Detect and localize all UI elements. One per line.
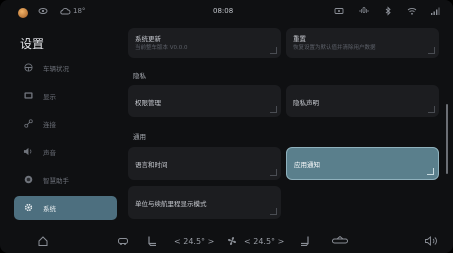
eye-icon[interactable] — [38, 6, 48, 20]
card-title: 权限管理 — [135, 99, 161, 107]
scrollbar[interactable] — [446, 104, 448, 174]
link-icon — [22, 118, 34, 130]
corner-mark-icon — [270, 47, 277, 54]
card-subtitle: 恢复设置为默认值并清除用户数据 — [293, 45, 376, 51]
sidebar-item-label: 连接 — [43, 121, 56, 129]
card-subtitle: 当前整车版本 V0.0.0 — [135, 45, 188, 51]
permission-management-card[interactable]: 权限管理 — [128, 85, 281, 117]
unit-range-mode-card[interactable]: 单位与续航里程显示模式 — [128, 186, 281, 219]
clock: 08:08 — [213, 7, 234, 15]
home-icon[interactable] — [37, 235, 49, 251]
corner-mark-icon — [428, 106, 435, 113]
corner-mark-icon — [428, 47, 435, 54]
outside-temperature: 18° — [73, 7, 86, 15]
car-icon[interactable] — [117, 235, 129, 251]
card-title: 应用通知 — [294, 161, 320, 169]
privacy-statement-card[interactable]: 隐私声明 — [286, 85, 439, 117]
defrost-icon[interactable] — [331, 235, 349, 251]
mic-icon[interactable] — [358, 6, 370, 20]
sidebar-item-display[interactable]: 显示 — [14, 84, 117, 108]
reset-card[interactable]: 重置 恢复设置为默认值并清除用户数据 — [286, 28, 439, 58]
corner-mark-icon — [270, 169, 277, 176]
corner-mark-icon — [270, 208, 277, 215]
corner-mark-icon — [427, 168, 434, 175]
status-bar: 18° 08:08 — [0, 0, 453, 24]
speaker-icon — [22, 147, 34, 158]
signal-icon — [430, 6, 440, 20]
temperature-left[interactable]: < 24.5° > — [174, 237, 214, 246]
card-title: 系统更新 — [135, 35, 161, 43]
seat-left-icon[interactable] — [146, 235, 158, 251]
sidebar-item-assistant[interactable]: 智慧助手 — [14, 168, 117, 192]
wifi-icon[interactable] — [407, 6, 417, 20]
section-privacy: 隐私 — [133, 72, 146, 80]
app-notification-card[interactable]: 应用通知 — [286, 147, 439, 180]
gear-icon — [22, 203, 34, 214]
sidebar-item-vehicle-status[interactable]: 车辆状况 — [14, 56, 117, 80]
card-title: 重置 — [293, 35, 306, 43]
display-icon — [22, 91, 34, 102]
assistant-icon — [22, 175, 34, 186]
temperature-right[interactable]: < 24.5° > — [244, 237, 284, 246]
sidebar-item-system[interactable]: 系统 — [14, 196, 117, 220]
system-update-card[interactable]: 系统更新 当前整车版本 V0.0.0 — [128, 28, 281, 58]
sidebar-item-sound[interactable]: 声音 — [14, 140, 117, 164]
seat-right-icon[interactable] — [299, 235, 311, 251]
settings-screen: 18° 08:08 设置 车辆状况 显示 连接 声音 智慧助手 系统 系统更新 … — [0, 0, 453, 253]
fan-icon[interactable] — [226, 235, 238, 251]
bottom-bar: < 24.5° > < 24.5° > — [0, 229, 453, 253]
sidebar-item-label: 显示 — [43, 93, 56, 101]
bluetooth-icon[interactable] — [384, 6, 392, 20]
sidebar-item-connect[interactable]: 连接 — [14, 112, 117, 136]
page-title: 设置 — [20, 37, 45, 51]
card-title: 语言和时间 — [135, 161, 168, 169]
sidebar-item-label: 系统 — [43, 205, 56, 213]
sidebar-item-label: 智慧助手 — [43, 177, 69, 185]
sidebar-item-label: 车辆状况 — [43, 65, 69, 73]
sidebar-item-label: 声音 — [43, 149, 56, 157]
card-title: 隐私声明 — [293, 99, 319, 107]
section-general: 通用 — [133, 133, 146, 141]
volume-icon[interactable] — [424, 235, 438, 251]
avatar[interactable] — [18, 8, 28, 18]
card-title: 单位与续航里程显示模式 — [135, 200, 207, 208]
steering-wheel-icon — [22, 62, 34, 74]
screen-record-icon[interactable] — [334, 6, 344, 20]
language-time-card[interactable]: 语言和时间 — [128, 147, 281, 180]
corner-mark-icon — [270, 106, 277, 113]
cloud-icon — [59, 6, 71, 20]
